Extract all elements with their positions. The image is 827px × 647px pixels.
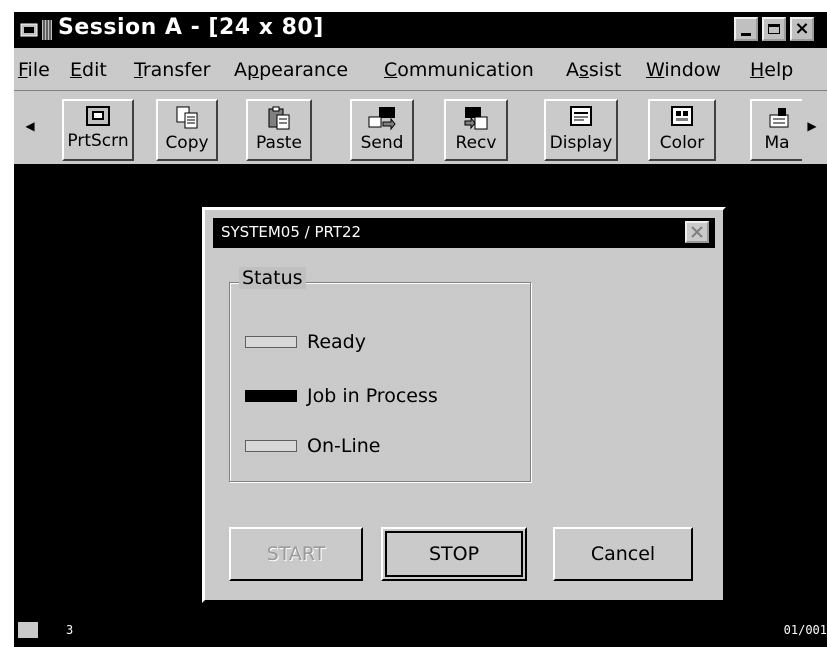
macro-icon xyxy=(769,108,789,128)
toolbar-label: Recv xyxy=(455,133,497,153)
toolbar-macro-button[interactable]: Ma xyxy=(750,99,802,161)
cancel-button[interactable]: Cancel xyxy=(553,527,693,581)
dialog-title: SYSTEM05 / PRT22 xyxy=(221,223,362,241)
menu-appearance[interactable]: Appearance xyxy=(234,59,348,81)
minimize-icon xyxy=(741,32,751,36)
title-bar[interactable]: Session A - [24 x 80] × xyxy=(14,12,827,48)
toolbar-display-button[interactable]: Display xyxy=(544,99,618,161)
toolbar-color-button[interactable]: Color xyxy=(648,99,716,161)
menu-communication[interactable]: Communication xyxy=(384,59,534,81)
toolbar-label: PrtScrn xyxy=(67,131,129,151)
menu-help[interactable]: Help xyxy=(750,59,793,81)
receive-icon xyxy=(464,107,488,130)
stop-button[interactable]: STOP xyxy=(381,527,527,581)
menu-transfer[interactable]: Transfer xyxy=(134,59,210,81)
toolbar-prtscrn-button[interactable]: PrtScrn xyxy=(62,99,134,161)
display-icon xyxy=(570,106,592,126)
session-window: Session A - [24 x 80] × File Edit Transf… xyxy=(14,12,827,647)
status-on-line: On-Line xyxy=(245,432,380,460)
color-icon xyxy=(671,106,693,126)
cursor-position: 01/001 xyxy=(783,623,827,637)
system-menu-icon[interactable] xyxy=(20,21,38,39)
toolbar-label: Color xyxy=(659,133,705,153)
send-icon xyxy=(368,107,396,131)
close-icon: × xyxy=(794,18,810,39)
toolbar-send-button[interactable]: Send xyxy=(350,99,414,161)
close-button[interactable]: × xyxy=(790,17,814,41)
toolbar-scroll-right-icon[interactable]: ▶ xyxy=(806,115,818,137)
print-screen-icon xyxy=(86,106,110,126)
status-indicator xyxy=(245,440,297,452)
toolbar-recv-button[interactable]: Recv xyxy=(444,99,508,161)
status-indicator xyxy=(245,336,297,348)
status-job-in-process: Job in Process xyxy=(245,382,438,410)
minimize-button[interactable] xyxy=(734,17,758,41)
status-bar: 3 01/001 xyxy=(14,612,827,647)
session-number: 3 xyxy=(66,623,74,637)
printer-status-dialog: SYSTEM05 / PRT22 Status Ready Job in Pro… xyxy=(202,207,726,603)
app-logo-icon xyxy=(42,20,52,40)
window-title: Session A - [24 x 80] xyxy=(58,15,324,40)
status-group-label: Status xyxy=(239,267,306,289)
copy-icon xyxy=(176,106,198,129)
toolbar-paste-button[interactable]: Paste xyxy=(246,99,312,161)
menu-file[interactable]: File xyxy=(18,59,50,81)
toolbar-label: Display xyxy=(549,133,613,153)
toolbar: ◀ PrtScrn Copy Paste Send Recv Display C… xyxy=(14,90,827,163)
toolbar-label: Send xyxy=(360,133,404,153)
start-button[interactable]: START xyxy=(229,527,363,581)
status-label: On-Line xyxy=(307,435,381,457)
status-indicator xyxy=(245,390,297,402)
menu-window[interactable]: Window xyxy=(646,59,721,81)
menu-edit[interactable]: Edit xyxy=(70,59,107,81)
paste-icon xyxy=(268,106,290,130)
menu-bar: File Edit Transfer Appearance Communicat… xyxy=(14,48,827,90)
toolbar-label: Copy xyxy=(165,133,209,153)
toolbar-copy-button[interactable]: Copy xyxy=(156,99,218,161)
maximize-icon xyxy=(768,24,780,34)
toolbar-scroll-left-icon[interactable]: ◀ xyxy=(24,115,36,137)
dialog-title-bar[interactable]: SYSTEM05 / PRT22 xyxy=(213,218,715,248)
menu-assist[interactable]: Assist xyxy=(566,59,621,81)
dialog-close-button[interactable] xyxy=(685,221,709,243)
toolbar-label: Ma xyxy=(764,133,790,153)
status-label: Ready xyxy=(307,331,366,353)
session-indicator-icon xyxy=(18,622,38,638)
maximize-button[interactable] xyxy=(762,17,786,41)
dialog-close-icon xyxy=(691,226,703,238)
status-ready: Ready xyxy=(245,328,366,356)
toolbar-label: Paste xyxy=(256,133,302,153)
status-label: Job in Process xyxy=(307,385,438,407)
